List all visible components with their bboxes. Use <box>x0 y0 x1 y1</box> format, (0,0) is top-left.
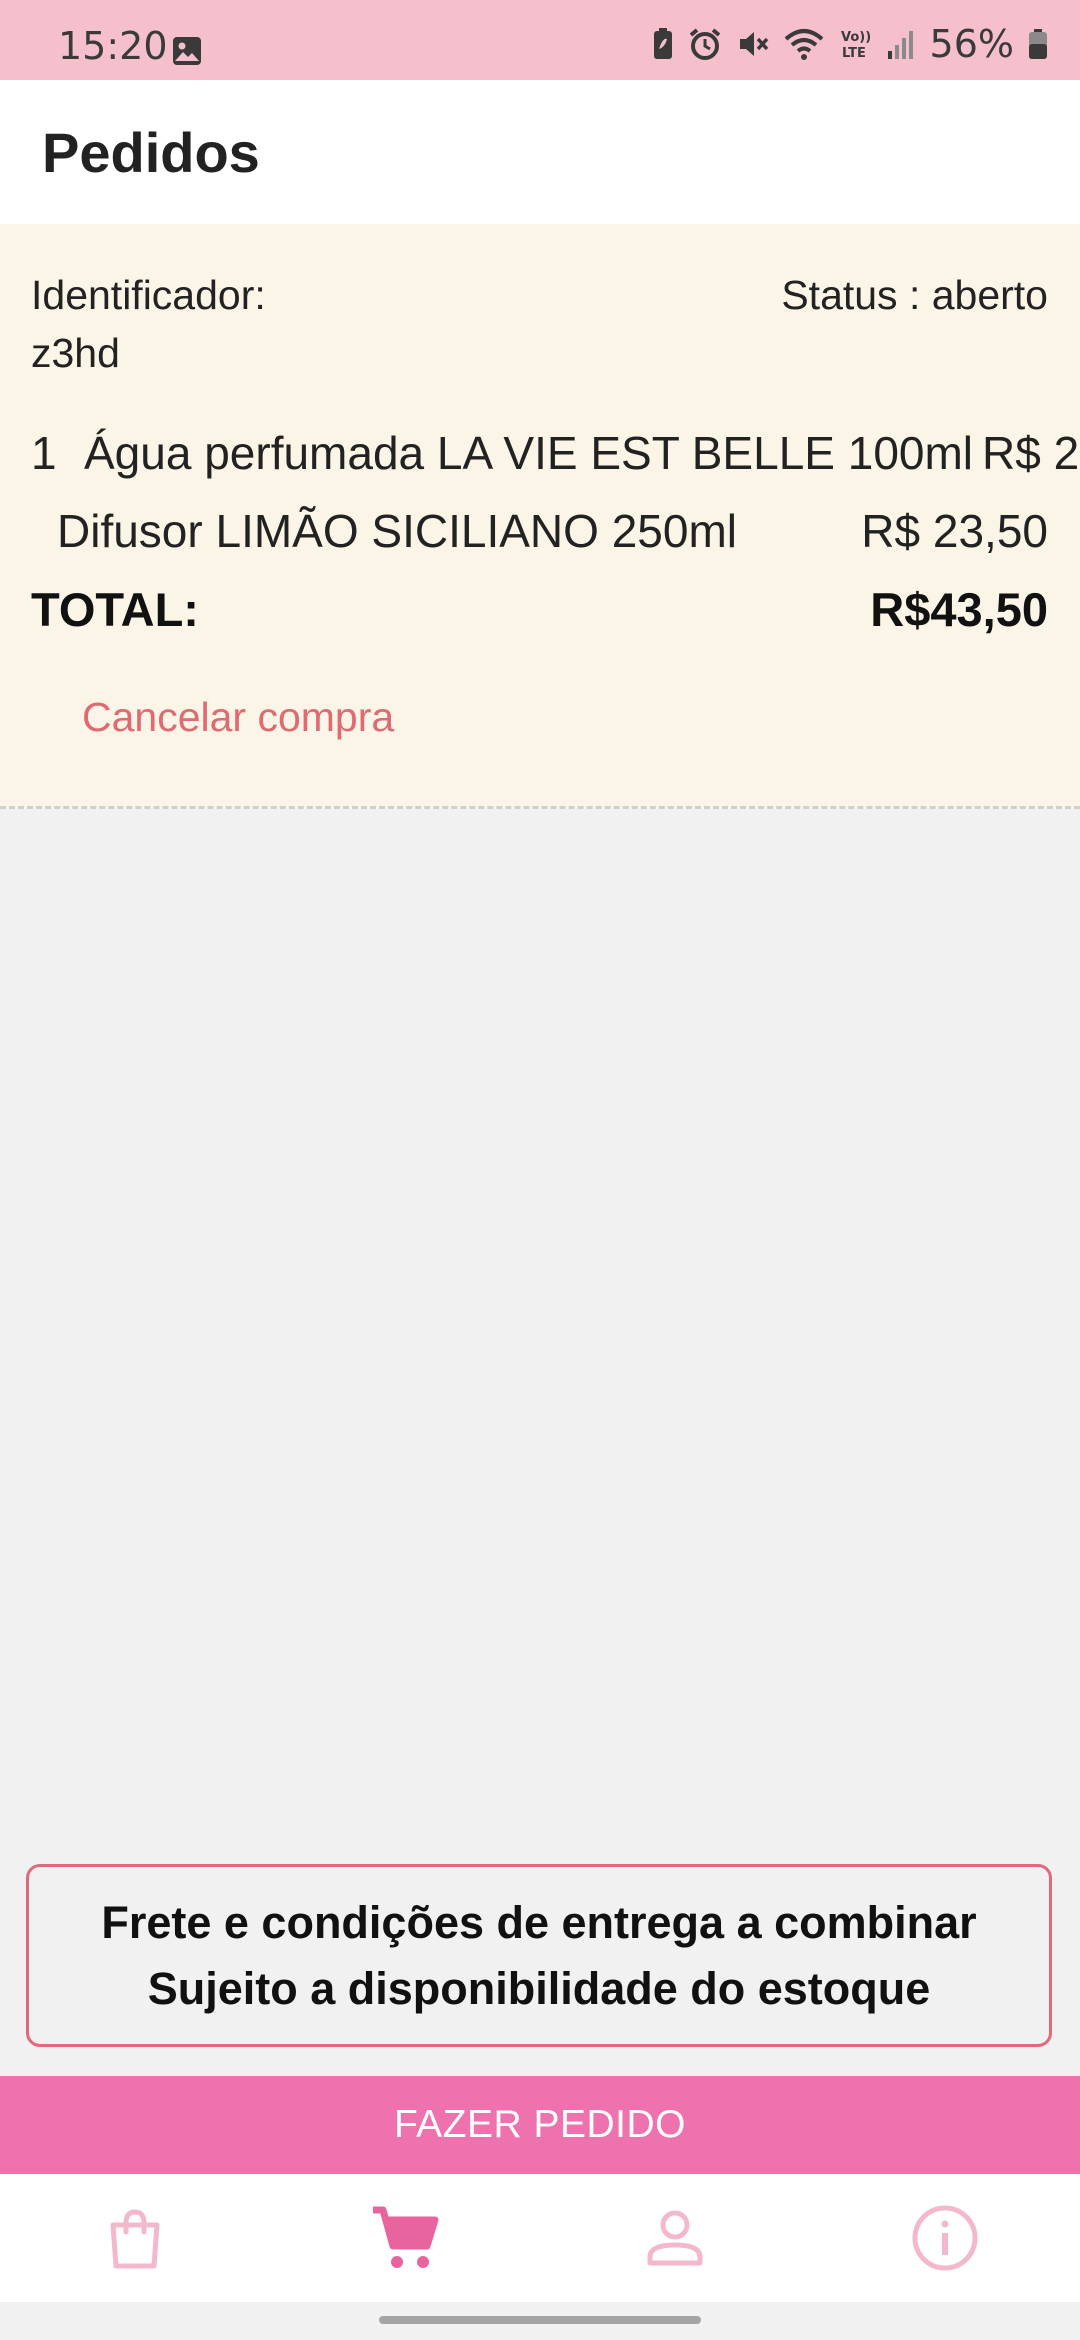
order-item-price: R$ 20,00 <box>982 427 1080 479</box>
order-total-row: TOTAL: R$43,50 <box>0 582 1080 642</box>
place-order-button[interactable]: FAZER PEDIDO <box>0 2076 1080 2174</box>
status-icons: Vo)) LTE 56% <box>652 22 1048 66</box>
screen: 15:20 Vo)) LTE 56% Pedidos Identificador… <box>0 0 1080 2340</box>
battery-percent: 56% <box>929 22 1014 66</box>
shopping-bag-icon <box>110 2209 160 2269</box>
order-item-name: Água perfumada LA VIE EST BELLE 100ml <box>84 427 974 479</box>
battery-saver-icon <box>653 28 672 59</box>
order-total-value: R$43,50 <box>870 583 1048 636</box>
order-id-label: Identificador: <box>31 272 266 318</box>
gallery-icon <box>173 37 201 65</box>
wifi-icon <box>784 29 823 60</box>
gesture-area <box>0 2302 1080 2340</box>
svg-text:Vo)): Vo)) <box>841 30 871 45</box>
alarm-icon <box>689 28 720 60</box>
order-item-price: R$ 23,50 <box>861 505 1048 557</box>
person-icon <box>647 2210 703 2266</box>
order-card: Identificador: z3hd Status : aberto 1 Ág… <box>0 224 1080 809</box>
order-item-qty: 1 <box>31 427 57 479</box>
nav-item-info[interactable] <box>810 2174 1080 2302</box>
app-header: Pedidos <box>0 80 1080 224</box>
order-status: Status : aberto <box>781 272 1048 318</box>
home-gesture-bar[interactable] <box>379 2316 701 2324</box>
nav-item-profile[interactable] <box>540 2174 810 2302</box>
cart-icon <box>373 2206 439 2268</box>
notice-line-shipping: Frete e condições de entrega a combinar <box>101 1896 977 1948</box>
cancel-purchase-button[interactable]: Cancelar compra <box>82 694 394 741</box>
order-item-name: Difusor LIMÃO SICILIANO 250ml <box>57 505 737 557</box>
page-title: Pedidos <box>42 121 260 184</box>
order-item-row: Difusor LIMÃO SICILIANO 250ml R$ 23,50 <box>0 504 1080 564</box>
bottom-nav <box>0 2174 1080 2302</box>
info-icon <box>912 2205 978 2271</box>
notice-line-stock: Sujeito a disponibilidade do estoque <box>147 1962 931 2014</box>
nav-item-cart[interactable] <box>270 2174 540 2302</box>
mute-icon <box>739 32 768 56</box>
signal-icon <box>887 31 913 59</box>
place-order-label: FAZER PEDIDO <box>393 2103 687 2146</box>
order-id-value: z3hd <box>31 330 120 376</box>
volte-icon: Vo)) LTE <box>841 30 871 61</box>
svg-text:LTE: LTE <box>842 46 866 61</box>
status-bar: 15:20 Vo)) LTE 56% <box>0 0 1080 80</box>
nav-item-shop[interactable] <box>0 2174 270 2302</box>
status-time: 15:20 <box>58 24 168 68</box>
order-item-row: 1 Água perfumada LA VIE EST BELLE 100ml … <box>0 426 1080 486</box>
battery-icon <box>1029 29 1047 59</box>
delivery-notice: Frete e condições de entrega a combinar … <box>26 1864 1052 2047</box>
order-total-label: TOTAL: <box>31 583 199 636</box>
